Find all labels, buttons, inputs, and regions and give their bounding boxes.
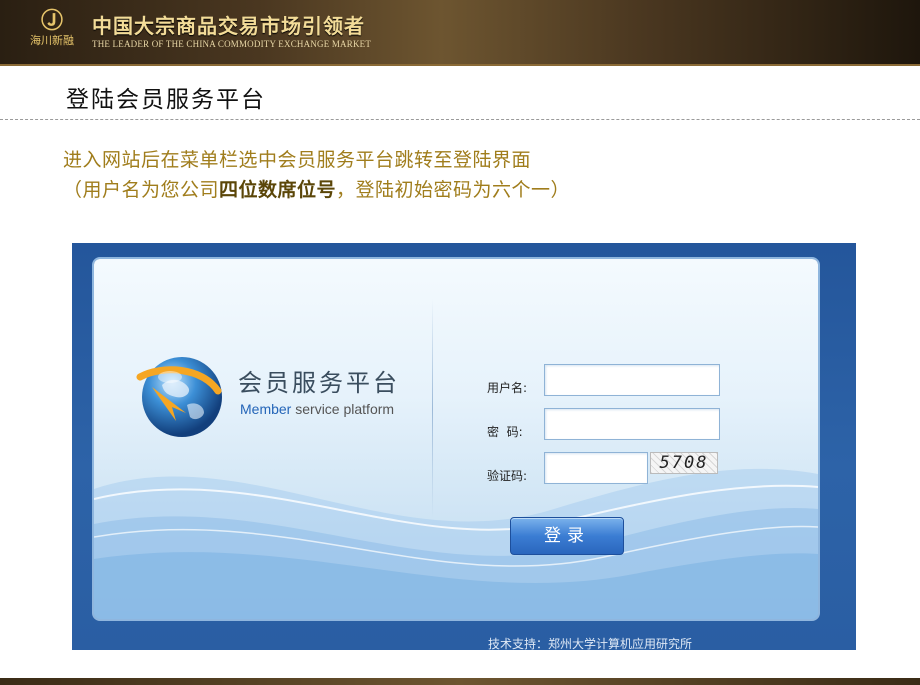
logo-brand-text: 海川新融 — [30, 34, 74, 47]
platform-title-cn: 会员服务平台 — [238, 369, 400, 397]
header-banner: Ⓙ 海川新融 中国大宗商品交易市场引领者 THE LEADER OF THE C… — [0, 0, 920, 66]
login-button[interactable]: 登录 — [510, 517, 624, 555]
tech-support-text: 技术支持：郑州大学计算机应用研究所 — [488, 637, 693, 651]
logo-mark-icon: Ⓙ — [40, 9, 63, 34]
platform-title-en-rest: service platform — [291, 401, 395, 417]
company-logo: Ⓙ 海川新融 — [22, 10, 82, 58]
login-panel: 会员服务平台 Member service platform 用户名: 密 码:… — [94, 259, 818, 619]
login-screenshot-frame: 会员服务平台 Member service platform 用户名: 密 码:… — [72, 243, 856, 651]
username-input[interactable] — [544, 364, 720, 396]
password-label: 密 码: — [487, 425, 523, 439]
platform-title-en-member: Member — [240, 401, 292, 417]
instruction-prefix: （用户名为您公司 — [63, 179, 220, 201]
instruction-line-2: （用户名为您公司四位数席位号，登陆初始密码为六个一） — [63, 175, 570, 202]
platform-title-en: Member service platform — [240, 401, 394, 417]
instruction-line-1: 进入网站后在菜单栏选中会员服务平台跳转至登陆界面 — [63, 149, 532, 171]
password-input[interactable] — [544, 408, 720, 440]
panel-divider — [432, 299, 433, 519]
header-title-en: THE LEADER OF THE CHINA COMMODITY EXCHAN… — [92, 39, 372, 49]
captcha-label: 验证码: — [487, 469, 528, 483]
globe-icon — [136, 357, 222, 437]
captcha-input[interactable] — [544, 452, 648, 484]
instruction-emphasis: 四位数席位号 — [219, 179, 337, 201]
title-divider — [0, 119, 920, 120]
bottom-strip — [0, 678, 920, 685]
header-title-cn: 中国大宗商品交易市场引领者 — [92, 14, 365, 38]
slide-title: 登陆会员服务平台 — [66, 87, 266, 113]
instruction-suffix: ，登陆初始密码为六个一） — [336, 179, 571, 201]
captcha-image[interactable]: 5708 — [650, 452, 718, 474]
username-label: 用户名: — [487, 381, 528, 395]
